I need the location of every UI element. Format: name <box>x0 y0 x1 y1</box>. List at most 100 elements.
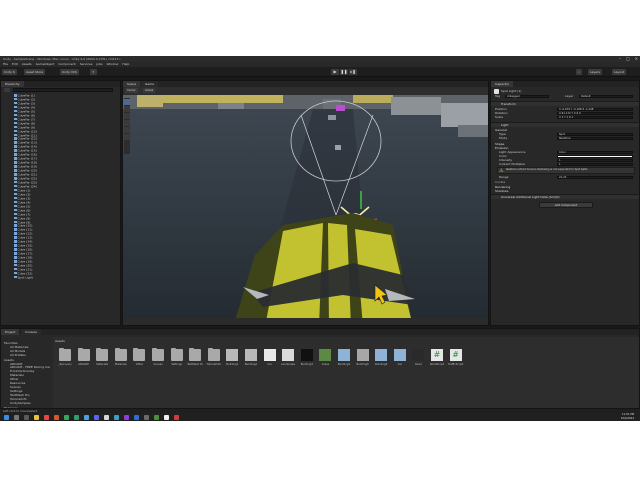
asset-thumbnail-icon <box>319 349 332 361</box>
asset-item[interactable]: Landscape <box>280 349 296 366</box>
assets-breadcrumb[interactable]: Assets <box>55 339 65 343</box>
project-tree-folder[interactable]: UnitySamples <box>2 401 52 406</box>
view-tool-icon[interactable] <box>124 99 130 105</box>
asset-item[interactable]: ARCADE <box>76 347 92 366</box>
tag-dropdown[interactable]: Untagged <box>505 94 549 98</box>
asset-item[interactable]: # TrafficScript <box>448 349 464 366</box>
search-icon[interactable] <box>14 414 19 420</box>
asset-item[interactable]: Building6 <box>373 349 389 366</box>
chrome-icon[interactable] <box>64 414 69 420</box>
asset-label: ARCADE <box>78 363 89 366</box>
hierarchy-search-input[interactable] <box>13 88 113 92</box>
pivot-mode-dropdown[interactable]: Center <box>125 88 138 93</box>
asset-item[interactable]: Car <box>262 349 278 366</box>
additional-light-data-header[interactable]: Universal Additional Light Data (Script) <box>491 194 639 199</box>
asset-store-button[interactable]: Asset Store <box>24 69 46 75</box>
asset-label: Building5 <box>356 363 369 366</box>
windows-start-icon[interactable] <box>4 414 9 420</box>
asset-item[interactable]: Other <box>131 347 147 366</box>
unity-hub-icon[interactable] <box>104 414 109 420</box>
asset-item[interactable]: TextMesh Pro <box>187 347 203 366</box>
warning-box: ⚠ Realtime indirect bounce shadowing is … <box>497 167 635 174</box>
pause-icon[interactable]: ❚❚ <box>340 69 348 75</box>
tab-hierarchy[interactable]: Hierarchy <box>1 81 24 87</box>
scale-tool-icon[interactable] <box>124 120 130 126</box>
warning-icon: ⚠ <box>499 168 504 174</box>
layers-dropdown[interactable]: Layers <box>588 69 602 75</box>
layout-dropdown[interactable]: Layout <box>612 69 627 75</box>
unity-editor-icon[interactable] <box>164 414 169 420</box>
tab-console[interactable]: Console <box>21 329 41 335</box>
rect-tool-icon[interactable] <box>124 127 130 133</box>
rotate-tool-icon[interactable] <box>124 113 130 119</box>
recorder-icon[interactable] <box>174 414 179 420</box>
app-icon-gray[interactable] <box>144 414 149 420</box>
asset-label: Settings <box>171 363 182 366</box>
app-icon-darkblue[interactable] <box>134 414 139 420</box>
transform-tool-icon[interactable] <box>124 134 130 140</box>
asset-label: Road <box>415 363 422 366</box>
asset-item[interactable]: Building5 <box>355 349 371 366</box>
asset-thumbnail-icon <box>338 349 350 361</box>
folder-icon <box>170 347 183 361</box>
space-dropdown[interactable]: Global <box>143 88 156 93</box>
visual-studio-icon[interactable] <box>124 414 129 420</box>
asset-item[interactable]: Materials <box>94 347 110 366</box>
asset-item[interactable]: Road <box>410 349 426 366</box>
discord-icon[interactable] <box>94 414 99 420</box>
assets-grid: Assets _Recovery ARCADE Materials Materials… <box>53 337 639 408</box>
light-header[interactable]: Light <box>491 122 639 127</box>
asset-item[interactable]: Building3 <box>299 349 315 366</box>
indirect-field[interactable]: 1 <box>557 162 633 166</box>
cookie-foldout[interactable]: Cookie <box>495 180 635 184</box>
asset-item[interactable]: Building2 <box>243 349 259 366</box>
move-tool-icon[interactable] <box>124 106 130 112</box>
account-button[interactable]: Unity 6 <box>2 69 17 75</box>
asset-item[interactable]: Building1 <box>224 349 240 366</box>
file-explorer-icon[interactable] <box>34 414 39 420</box>
tab-project[interactable]: Project <box>1 329 20 335</box>
search-icon[interactable]: ⌕ <box>576 69 582 75</box>
asset-item[interactable]: Settings <box>169 347 185 366</box>
step-icon[interactable]: ▸❚ <box>349 69 357 75</box>
transform-header[interactable]: Transform <box>491 101 639 106</box>
hierarchy-item[interactable]: Spot Light <box>3 275 118 280</box>
scale-row: Scale X 1 Y 1 Z 1 <box>495 115 635 119</box>
app-icon-cyan[interactable] <box>114 414 119 420</box>
app-icon-green[interactable] <box>74 414 79 420</box>
app-icon-orange[interactable] <box>54 414 59 420</box>
range-field[interactable]: 21.23 <box>557 175 633 179</box>
hierarchy-tree: CubeFar (1) CubeFar (2) CubeFar (3) CubeFar… <box>3 93 118 323</box>
asset-item[interactable]: Scenes <box>150 347 166 366</box>
object-name-field[interactable]: Spot Light (1) <box>501 89 635 93</box>
play-icon[interactable]: ▶ <box>331 69 339 75</box>
scale-field[interactable]: X 1 Y 1 Z 1 <box>557 115 633 119</box>
asset-thumbnail-icon <box>245 349 257 361</box>
asset-label: Landscape <box>281 363 296 366</box>
indirect-row: Indirect Multiplier 1 <box>495 162 635 166</box>
layer-dropdown[interactable]: Default <box>579 94 633 98</box>
add-object-button[interactable] <box>4 88 10 92</box>
app-icon-red[interactable] <box>44 414 49 420</box>
asset-item[interactable]: # RoadScript <box>429 349 445 366</box>
asset-item[interactable]: Grass <box>317 349 333 366</box>
asset-item[interactable]: Materials <box>113 347 129 366</box>
app-icon-lime[interactable] <box>154 414 159 420</box>
version-control-button[interactable]: Unity VCS <box>60 69 79 75</box>
system-clock[interactable]: 11:01 PM 10/4/2024 <box>621 413 634 420</box>
task-view-icon[interactable] <box>24 414 29 420</box>
tab-inspector[interactable]: Inspector <box>491 81 513 87</box>
asset-thumbnail-icon <box>263 349 276 361</box>
add-component-button[interactable]: Add Component <box>539 202 593 208</box>
app-icon-blue[interactable] <box>84 414 89 420</box>
asset-item[interactable]: _Recovery <box>57 347 73 366</box>
asset-item[interactable]: Building4 <box>336 349 352 366</box>
scene-view[interactable]: Scene Game Center Global <box>122 80 489 326</box>
unity-ai-button[interactable]: ✦ <box>90 69 97 75</box>
scene-tools <box>124 98 130 154</box>
asset-item[interactable]: Car <box>392 349 408 366</box>
mode-dropdown[interactable]: Realtime <box>557 136 633 140</box>
asset-item[interactable]: TutorialInfo <box>206 347 222 366</box>
mode-row: Mode Realtime <box>495 136 635 140</box>
shadows-foldout[interactable]: Shadows <box>495 189 635 193</box>
